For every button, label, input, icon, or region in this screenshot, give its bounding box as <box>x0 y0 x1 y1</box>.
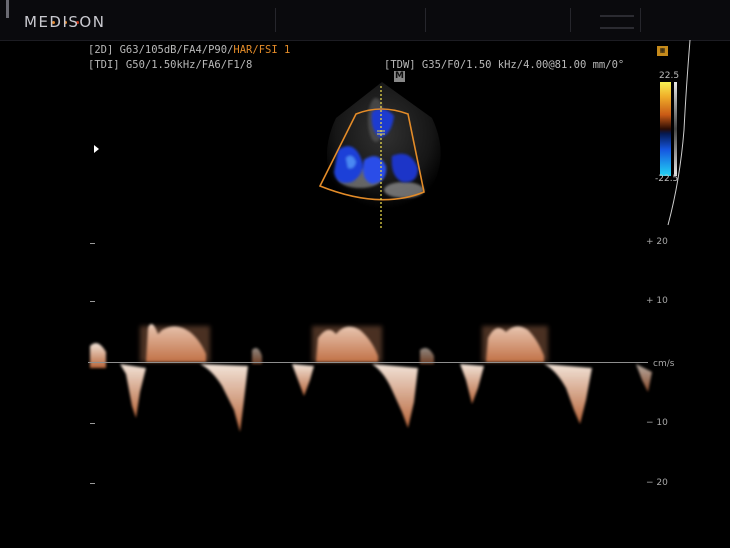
doppler-glow <box>140 326 548 362</box>
ultrasound-canvas <box>90 39 691 432</box>
left-tick <box>90 301 95 302</box>
left-tick <box>90 243 95 244</box>
velocity-label-minus10: − 10 <box>646 418 668 428</box>
left-tick <box>90 483 95 484</box>
velocity-unit: cm/s <box>653 359 675 369</box>
doppler-baseline <box>88 362 648 363</box>
left-tick <box>90 423 95 424</box>
velocity-label-plus20: + 20 <box>646 237 668 247</box>
velocity-label-minus20: − 20 <box>646 478 668 488</box>
velocity-label-plus10: + 10 <box>646 296 668 306</box>
ecg-lead-line <box>667 39 691 226</box>
